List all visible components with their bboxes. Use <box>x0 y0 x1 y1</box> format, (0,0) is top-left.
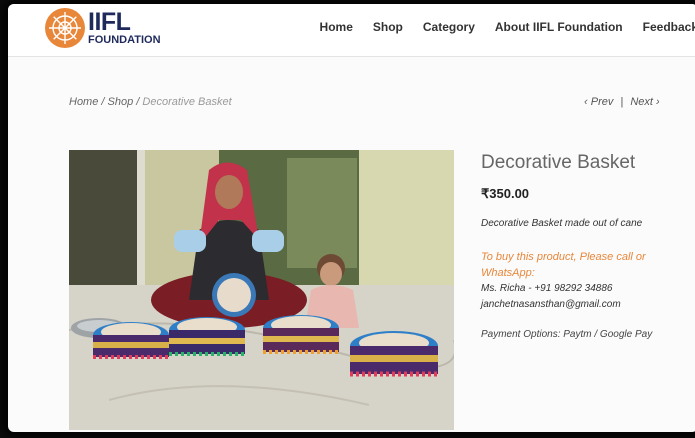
product-pager: ‹ Prev | Next › <box>584 96 660 108</box>
callout-line: To buy this product, Please call or <box>481 251 646 263</box>
product-description: Decorative Basket made out of cane <box>481 218 643 229</box>
pager-divider: | <box>620 96 624 108</box>
chevron-right-icon[interactable]: › <box>656 96 660 108</box>
breadcrumb: Home / Shop / Decorative Basket <box>69 96 232 108</box>
basket-3 <box>263 315 339 354</box>
contact-info: Ms. Richa - +91 98292 34886 janchetnasan… <box>481 281 621 313</box>
nav-category[interactable]: Category <box>423 20 475 34</box>
brand-subtitle: FOUNDATION <box>88 34 161 46</box>
contact-email[interactable]: janchetnasansthan@gmail.com <box>481 297 621 313</box>
basket-2 <box>169 317 245 356</box>
nav-feedback[interactable]: Feedback <box>643 20 695 34</box>
basket-1 <box>93 322 169 359</box>
product-price: ₹350.00 <box>481 186 530 201</box>
callout-line: WhatsApp: <box>481 267 535 279</box>
next-link[interactable]: Next <box>630 96 653 108</box>
purchase-callout: To buy this product, Please call or What… <box>481 249 646 281</box>
basket-4 <box>350 331 438 377</box>
breadcrumb-separator: / <box>98 96 108 108</box>
product-title: Decorative Basket <box>481 152 636 173</box>
breadcrumb-shop[interactable]: Shop <box>108 96 134 108</box>
site-header: IIFL FOUNDATION Home Shop Category About… <box>8 4 695 57</box>
nav-about[interactable]: About IIFL Foundation <box>495 20 623 34</box>
payment-options: Payment Options: Paytm / Google Pay <box>481 329 653 340</box>
brand-name[interactable]: IIFL <box>88 8 131 37</box>
product-image[interactable] <box>69 150 454 430</box>
iifl-logo-icon[interactable] <box>44 7 86 49</box>
main-nav: Home Shop Category About IIFL Foundation… <box>300 20 695 34</box>
nav-home[interactable]: Home <box>320 20 353 34</box>
contact-phone[interactable]: Ms. Richa - +91 98292 34886 <box>481 281 621 297</box>
prev-link[interactable]: Prev <box>591 96 614 108</box>
nav-shop[interactable]: Shop <box>373 20 403 34</box>
breadcrumb-separator: / <box>133 96 143 108</box>
browser-page: IIFL FOUNDATION Home Shop Category About… <box>8 4 695 432</box>
breadcrumb-current: Decorative Basket <box>142 96 232 108</box>
chevron-left-icon[interactable]: ‹ <box>584 96 588 108</box>
breadcrumb-home[interactable]: Home <box>69 96 98 108</box>
